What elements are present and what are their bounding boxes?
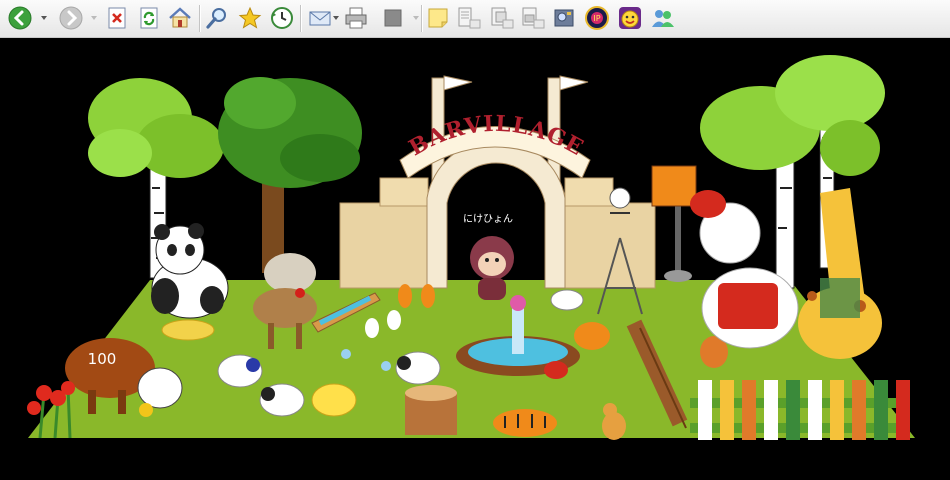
arrow-right-icon xyxy=(59,6,83,30)
search-button[interactable] xyxy=(205,6,229,30)
stop-x-icon xyxy=(108,7,126,29)
toolbar-separator xyxy=(199,5,200,32)
magnifier-icon xyxy=(206,8,226,29)
ie-tool-button[interactable]: IP xyxy=(585,6,609,30)
page-split-icon xyxy=(522,7,545,29)
film-icon xyxy=(554,9,574,27)
cow-tag-number: 100 xyxy=(88,350,117,368)
printer-icon xyxy=(345,7,367,29)
page-cascade-icon xyxy=(491,7,514,29)
tree-stump xyxy=(405,385,457,435)
game-scene[interactable]: BARVILLAGE にけひょん 100 xyxy=(0,38,950,480)
buddies-icon xyxy=(652,10,674,27)
mail-button[interactable] xyxy=(308,6,332,30)
toolbar-separator xyxy=(300,5,301,32)
refresh-button[interactable] xyxy=(137,6,161,30)
stop-button[interactable] xyxy=(105,6,129,30)
back-dropdown[interactable] xyxy=(41,16,47,20)
tiger xyxy=(493,409,557,437)
print-button[interactable] xyxy=(344,6,368,30)
picket-fence xyxy=(690,380,910,440)
note-button[interactable] xyxy=(426,6,450,30)
forward-button[interactable] xyxy=(59,6,83,30)
forward-dropdown[interactable] xyxy=(91,16,97,20)
refresh-icon xyxy=(140,7,158,29)
history-button[interactable] xyxy=(270,6,294,30)
page-tile-button[interactable] xyxy=(457,6,481,30)
page-cascade-button[interactable] xyxy=(490,6,514,30)
arrow-left-icon xyxy=(8,6,32,30)
village-illustration: BARVILLAGE にけひょん 100 xyxy=(27,55,915,440)
ie-badge-icon: IP xyxy=(585,6,609,30)
media-button[interactable] xyxy=(552,6,576,30)
page-tile-icon xyxy=(458,7,481,29)
edit-button[interactable] xyxy=(381,6,405,30)
history-clock-icon xyxy=(271,7,293,29)
player-name-label: にけひょん xyxy=(463,213,513,225)
lamp-post xyxy=(651,165,697,282)
page-split-button[interactable] xyxy=(521,6,545,30)
messenger-button[interactable] xyxy=(618,6,642,30)
edit-dropdown[interactable] xyxy=(413,16,419,20)
giraffe xyxy=(798,188,882,359)
messenger-smiley-icon xyxy=(619,7,641,29)
envelope-icon xyxy=(309,11,331,26)
edit-icon xyxy=(384,9,402,27)
back-button[interactable] xyxy=(8,6,32,30)
svg-text:IP: IP xyxy=(593,14,600,23)
browser-toolbar: IP xyxy=(0,0,950,38)
mail-dropdown[interactable] xyxy=(333,16,339,20)
star-icon xyxy=(238,6,262,29)
people-button[interactable] xyxy=(651,6,675,30)
home-icon xyxy=(169,7,191,28)
toolbar-separator xyxy=(421,5,422,32)
home-button[interactable] xyxy=(168,6,192,30)
favorites-button[interactable] xyxy=(238,6,262,30)
sticky-note-icon xyxy=(428,8,448,28)
